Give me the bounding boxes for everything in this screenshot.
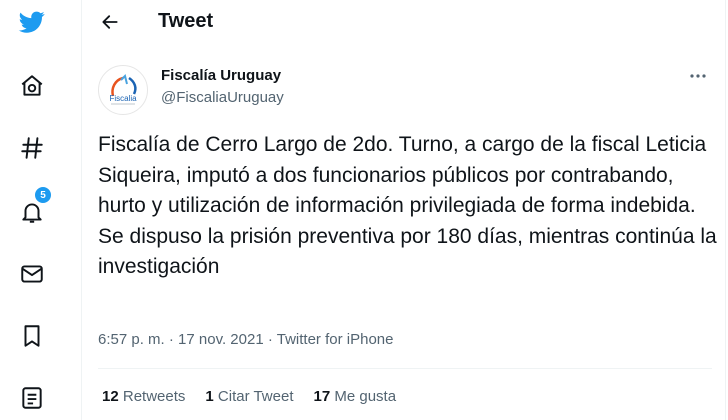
tweet-source[interactable]: Twitter for iPhone — [277, 331, 394, 348]
sidebar: 5 — [0, 0, 66, 420]
explore-hashtag-icon[interactable] — [12, 128, 52, 168]
quotes-count: 1 — [205, 388, 214, 405]
likes-stat[interactable]: 17 Me gusta — [314, 388, 397, 405]
quote-tweets-stat[interactable]: 1 Citar Tweet — [205, 388, 293, 405]
back-arrow-icon[interactable] — [96, 8, 124, 36]
tweet-metadata: 6:57 p. m. · 17 nov. 2021 · Twitter for … — [98, 331, 393, 348]
notification-count-badge: 5 — [34, 186, 52, 204]
avatar-logo-text: Fiscalia — [109, 94, 137, 103]
retweets-count: 12 — [102, 388, 119, 405]
avatar[interactable]: Fiscalia — [98, 65, 148, 115]
tweet-header: Tweet — [82, 0, 725, 44]
meta-separator: · — [164, 331, 179, 348]
bookmarks-icon[interactable] — [12, 316, 52, 356]
retweets-stat[interactable]: 12 Retweets — [102, 388, 185, 405]
messages-envelope-icon[interactable] — [12, 254, 52, 294]
author-name[interactable]: Fiscalía Uruguay — [161, 67, 281, 84]
meta-separator: · — [263, 331, 277, 348]
tweet-text: Fiscalía de Cerro Largo de 2do. Turno, a… — [98, 133, 717, 278]
tweet-time[interactable]: 6:57 p. m. — [98, 331, 165, 348]
left-column-divider — [81, 0, 82, 420]
tweet-date[interactable]: 17 nov. 2021 — [178, 331, 264, 348]
author-handle[interactable]: @FiscaliaUruguay — [161, 89, 284, 106]
divider — [98, 368, 712, 369]
twitter-logo-icon[interactable] — [12, 2, 52, 42]
home-icon[interactable] — [12, 66, 52, 106]
right-column-divider — [725, 0, 726, 420]
retweets-label: Retweets — [122, 388, 186, 405]
tweet-stats: 12 Retweets 1 Citar Tweet 17 Me gusta — [102, 388, 416, 405]
quotes-label: Citar Tweet — [217, 388, 294, 405]
page-title: Tweet — [158, 10, 214, 32]
likes-label: Me gusta — [334, 388, 397, 405]
notifications-bell-icon[interactable]: 5 — [12, 186, 52, 232]
likes-count: 17 — [313, 388, 331, 405]
lists-icon[interactable] — [12, 378, 52, 418]
more-options-icon[interactable] — [684, 64, 712, 88]
